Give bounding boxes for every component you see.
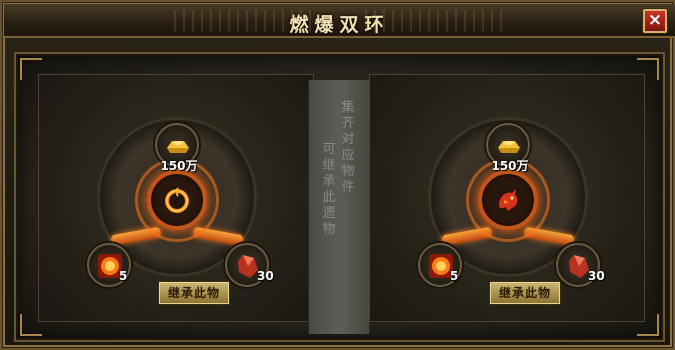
material-count: 150万 <box>160 159 198 173</box>
material-slot-crystal[interactable]: 30 <box>556 243 605 287</box>
material-count: 5 <box>450 269 459 283</box>
fire-dragon-icon <box>499 189 518 211</box>
material-count: 150万 <box>491 159 529 173</box>
relic-panel-right: 150万 5 30 继承此物 <box>369 74 645 322</box>
material-slot-orb[interactable]: 5 <box>87 243 131 287</box>
material-slot-gold[interactable]: 150万 <box>486 123 530 173</box>
content-frame: 150万 5 30 继承此物 集齐对应物件 可继承此遗物 150万 5 30 继… <box>14 52 665 342</box>
fire-ring-icon <box>165 187 189 213</box>
gold-ingot-icon <box>498 141 520 153</box>
inherit-button[interactable]: 继承此物 <box>490 282 560 304</box>
material-count: 30 <box>588 269 605 283</box>
window-title: 燃爆双环 <box>289 14 390 36</box>
hint-text: 集齐对应物件 <box>341 100 355 195</box>
material-slot-crystal[interactable]: 30 <box>225 243 274 287</box>
relic-panel-left: 150万 5 30 继承此物 <box>38 74 314 322</box>
hint-text: 可继承此遗物 <box>322 142 336 237</box>
gold-ingot-icon <box>167 141 189 153</box>
relic-core-slot[interactable] <box>478 170 538 230</box>
relic-core-slot[interactable] <box>147 170 207 230</box>
close-button[interactable]: × <box>643 9 667 33</box>
material-slot-gold[interactable]: 150万 <box>155 123 199 173</box>
material-count: 5 <box>119 269 128 283</box>
center-divider: 集齐对应物件 可继承此遗物 <box>308 80 370 334</box>
title-bar: 燃爆双环 × <box>4 4 675 38</box>
inherit-button[interactable]: 继承此物 <box>159 282 229 304</box>
material-slot-orb[interactable]: 5 <box>418 243 462 287</box>
relic-window: 燃爆双环 × 150万 5 30 继承此物 集齐对应物件 可继承此遗物 150万… <box>0 0 675 350</box>
material-count: 30 <box>257 269 274 283</box>
